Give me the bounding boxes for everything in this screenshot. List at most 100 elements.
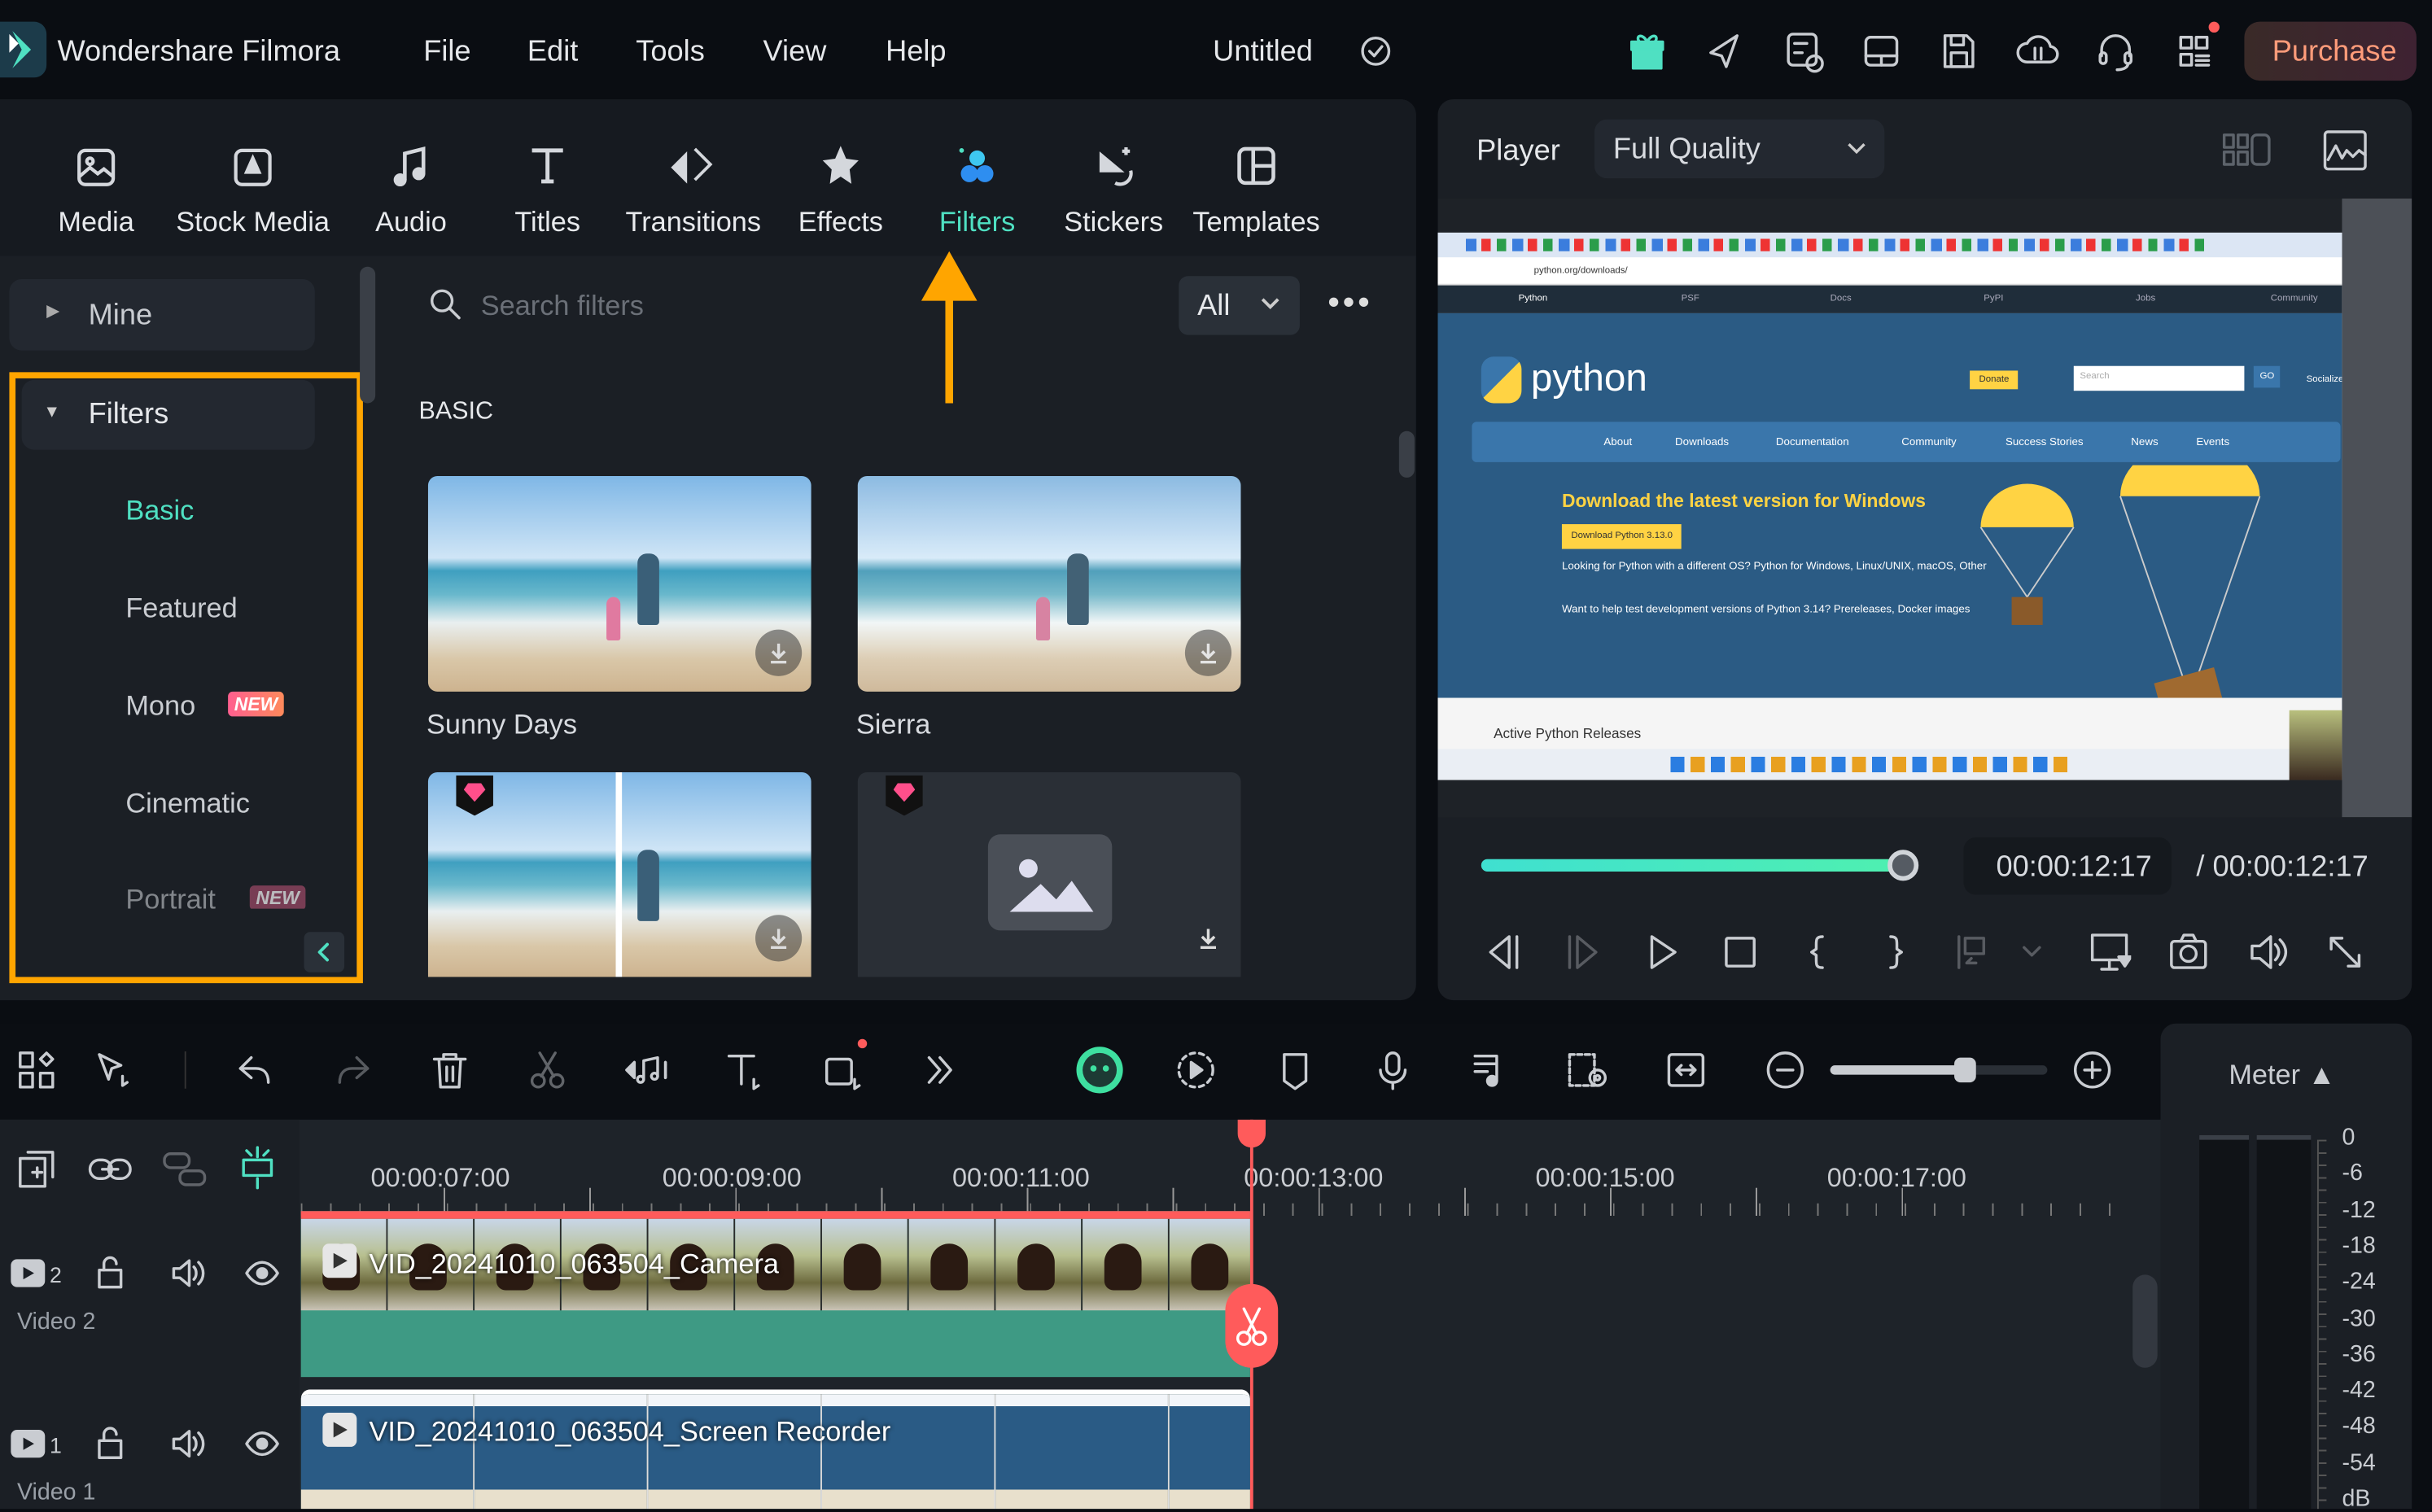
purchase-button[interactable]: Purchase bbox=[2244, 21, 2417, 81]
waveform-scope-icon[interactable] bbox=[2322, 129, 2369, 172]
playhead-handle[interactable] bbox=[1237, 1119, 1266, 1148]
zoom-slider[interactable] bbox=[1830, 1065, 2048, 1075]
insert-clip-icon[interactable] bbox=[1951, 930, 1994, 973]
text-tool-icon[interactable] bbox=[723, 1048, 766, 1091]
unlink-icon[interactable] bbox=[161, 1147, 208, 1191]
content-scrollbar[interactable] bbox=[1398, 430, 1415, 478]
layout-switch-icon[interactable] bbox=[15, 1048, 59, 1091]
filter-card-sierra[interactable] bbox=[857, 476, 1241, 692]
zoom-in-icon[interactable] bbox=[2071, 1048, 2114, 1091]
current-time[interactable]: 00:00:12:17 bbox=[1963, 837, 2172, 895]
clip-thumbnail bbox=[648, 1394, 822, 1510]
tab-transitions[interactable]: Transitions bbox=[616, 142, 772, 238]
gift-icon[interactable] bbox=[1629, 31, 1666, 72]
menu-help[interactable]: Help bbox=[886, 37, 946, 67]
mark-in-icon[interactable] bbox=[1796, 930, 1839, 973]
chevron-down-icon[interactable] bbox=[2010, 930, 2054, 973]
redo-icon[interactable] bbox=[330, 1048, 374, 1091]
menu-edit[interactable]: Edit bbox=[527, 37, 578, 67]
lock-icon[interactable] bbox=[93, 1425, 127, 1462]
download-icon[interactable] bbox=[755, 629, 803, 676]
visibility-icon[interactable] bbox=[243, 1255, 281, 1292]
tab-stock-media[interactable]: Stock Media bbox=[175, 142, 330, 238]
save-icon[interactable] bbox=[1940, 31, 1978, 72]
filter-card-sunny-days[interactable] bbox=[427, 476, 811, 692]
headset-icon[interactable] bbox=[2095, 31, 2136, 74]
fullscreen-icon[interactable] bbox=[2324, 930, 2367, 973]
tab-titles[interactable]: Titles bbox=[470, 142, 625, 238]
menu-view[interactable]: View bbox=[763, 37, 827, 67]
audio-stretch-icon[interactable] bbox=[623, 1048, 667, 1091]
visibility-icon[interactable] bbox=[243, 1425, 281, 1462]
lock-icon[interactable] bbox=[93, 1255, 127, 1292]
filter-dropdown[interactable]: All bbox=[1179, 276, 1300, 335]
menu-file[interactable]: File bbox=[423, 37, 470, 67]
clip-screen-recorder[interactable]: VID_20241010_063504_Screen Recorder bbox=[300, 1389, 1250, 1510]
mute-icon[interactable] bbox=[169, 1425, 207, 1462]
auto-reframe-icon[interactable] bbox=[1565, 1048, 1608, 1091]
sidebar-mine[interactable]: ▶ Mine bbox=[9, 279, 315, 351]
render-preview-icon[interactable] bbox=[1174, 1048, 1218, 1091]
collapse-sidebar-button[interactable] bbox=[304, 932, 345, 972]
tab-audio[interactable]: Audio bbox=[334, 142, 489, 238]
playback-progress[interactable] bbox=[1481, 859, 1904, 872]
sidebar-scrollbar[interactable] bbox=[360, 266, 376, 404]
mark-out-icon[interactable] bbox=[1874, 930, 1917, 973]
tab-stickers[interactable]: Stickers bbox=[1036, 142, 1192, 238]
stop-icon[interactable] bbox=[1718, 930, 1761, 973]
meter-toggle[interactable]: Meter ▲ bbox=[2229, 1060, 2335, 1088]
search-input[interactable] bbox=[480, 282, 1133, 329]
filmora-window: Wondershare Filmora File Edit Tools View… bbox=[0, 0, 2432, 1510]
video-preview[interactable]: python.org/downloads/ Python PSF Docs Py… bbox=[1437, 198, 2412, 818]
tab-filters[interactable]: Filters bbox=[899, 142, 1055, 238]
filter-card-premium-2[interactable] bbox=[857, 771, 1241, 977]
schedule-icon[interactable] bbox=[1785, 31, 1826, 74]
grid-view-icon[interactable] bbox=[2222, 130, 2272, 171]
more-tools-icon[interactable] bbox=[916, 1048, 960, 1091]
display-settings-icon[interactable] bbox=[2088, 930, 2132, 973]
crop-icon[interactable] bbox=[820, 1048, 864, 1091]
tab-templates[interactable]: Templates bbox=[1179, 142, 1334, 238]
cloud-icon[interactable] bbox=[2016, 31, 2059, 72]
zoom-slider-knob[interactable] bbox=[1953, 1057, 1976, 1083]
undo-icon[interactable] bbox=[234, 1048, 278, 1091]
delete-icon[interactable] bbox=[428, 1048, 471, 1091]
clip-camera[interactable]: VID_20241010_063504_Camera bbox=[300, 1211, 1250, 1378]
notification-dot bbox=[857, 1038, 868, 1049]
more-options-icon[interactable]: ••• bbox=[1328, 285, 1372, 320]
add-track-icon[interactable] bbox=[15, 1147, 59, 1191]
select-tool-icon[interactable] bbox=[91, 1048, 134, 1091]
download-icon[interactable] bbox=[1184, 629, 1232, 676]
zoom-out-icon[interactable] bbox=[1764, 1048, 1807, 1091]
track-number: 1 bbox=[49, 1432, 62, 1458]
mute-icon[interactable] bbox=[169, 1255, 207, 1292]
tab-effects[interactable]: Effects bbox=[763, 142, 919, 238]
volume-icon[interactable] bbox=[2246, 930, 2289, 973]
quality-dropdown[interactable]: Full Quality bbox=[1594, 119, 1885, 179]
previous-frame-icon[interactable] bbox=[1481, 930, 1524, 973]
snapshot-icon[interactable] bbox=[2167, 930, 2210, 973]
send-icon[interactable] bbox=[1706, 31, 1743, 72]
apps-icon[interactable] bbox=[2176, 31, 2214, 72]
fit-timeline-icon[interactable] bbox=[1664, 1048, 1708, 1091]
split-icon[interactable] bbox=[526, 1048, 569, 1091]
layout-icon[interactable] bbox=[1863, 31, 1901, 72]
filter-card-premium-1[interactable] bbox=[427, 771, 811, 977]
menu-tools[interactable]: Tools bbox=[636, 37, 705, 67]
tab-media[interactable]: Media bbox=[19, 142, 174, 238]
download-icon[interactable] bbox=[1185, 915, 1231, 961]
microphone-icon[interactable] bbox=[1371, 1048, 1415, 1091]
ruler-label: 00:00:13:00 bbox=[1244, 1163, 1384, 1193]
download-icon[interactable] bbox=[755, 915, 803, 962]
snap-icon[interactable] bbox=[236, 1144, 279, 1191]
split-playhead-button[interactable] bbox=[1225, 1283, 1279, 1368]
ai-copilot-icon[interactable] bbox=[1075, 1045, 1125, 1095]
play-icon[interactable] bbox=[1641, 930, 1684, 973]
progress-knob[interactable] bbox=[1887, 850, 1919, 881]
next-frame-icon[interactable] bbox=[1562, 930, 1605, 973]
timeline-scrollbar[interactable] bbox=[2132, 1274, 2158, 1368]
audio-mix-icon[interactable] bbox=[1469, 1048, 1512, 1091]
link-icon[interactable] bbox=[87, 1147, 133, 1191]
project-title[interactable]: Untitled bbox=[1213, 37, 1313, 67]
marker-icon[interactable] bbox=[1273, 1048, 1316, 1091]
